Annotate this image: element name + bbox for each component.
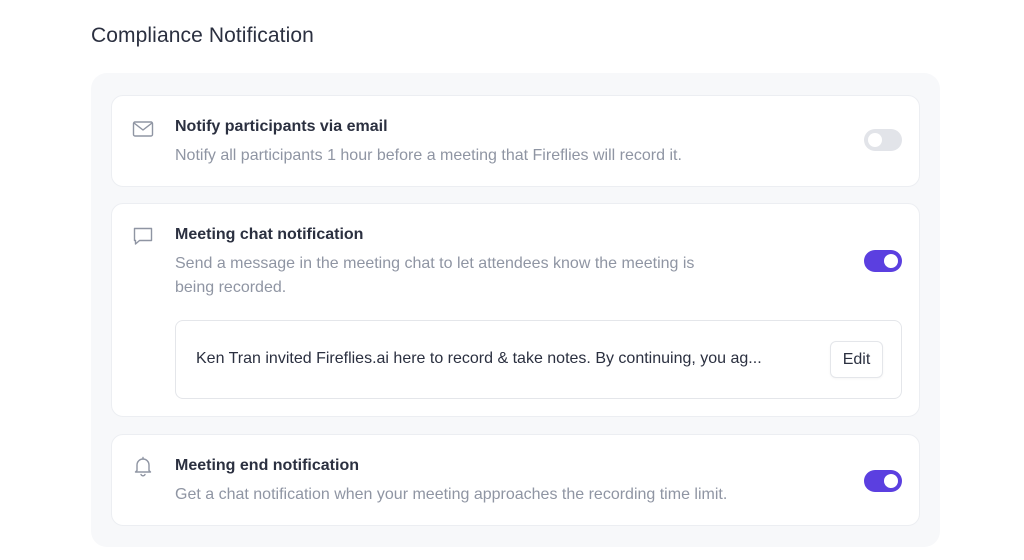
chat-message-text: Ken Tran invited Fireflies.ai here to re… (196, 350, 762, 367)
chat-message-preview: Ken Tran invited Fireflies.ai here to re… (175, 320, 902, 399)
edit-message-button[interactable]: Edit (830, 341, 883, 378)
chat-notification-title: Meeting chat notification (175, 226, 364, 243)
email-notification-description: Notify all participants 1 hour before a … (175, 147, 682, 164)
bell-icon (132, 455, 154, 477)
end-notification-title: Meeting end notification (175, 457, 359, 474)
chat-notification-toggle[interactable] (864, 250, 902, 272)
chat-bubble-icon (132, 225, 154, 247)
page-title: Compliance Notification (91, 24, 314, 47)
chat-notification-description-line1: Send a message in the meeting chat to le… (175, 255, 695, 272)
email-notification-toggle[interactable] (864, 129, 902, 151)
envelope-icon (132, 118, 154, 140)
end-notification-toggle[interactable] (864, 470, 902, 492)
end-notification-card: Meeting end notification Get a chat noti… (111, 434, 920, 526)
email-notification-card: Notify participants via email Notify all… (111, 95, 920, 187)
chat-notification-description-line2: being recorded. (175, 279, 287, 296)
toggle-knob (868, 133, 882, 147)
end-notification-description: Get a chat notification when your meetin… (175, 486, 728, 503)
toggle-knob (884, 254, 898, 268)
chat-notification-card: Meeting chat notification Send a message… (111, 203, 920, 417)
toggle-knob (884, 474, 898, 488)
email-notification-title: Notify participants via email (175, 118, 388, 135)
